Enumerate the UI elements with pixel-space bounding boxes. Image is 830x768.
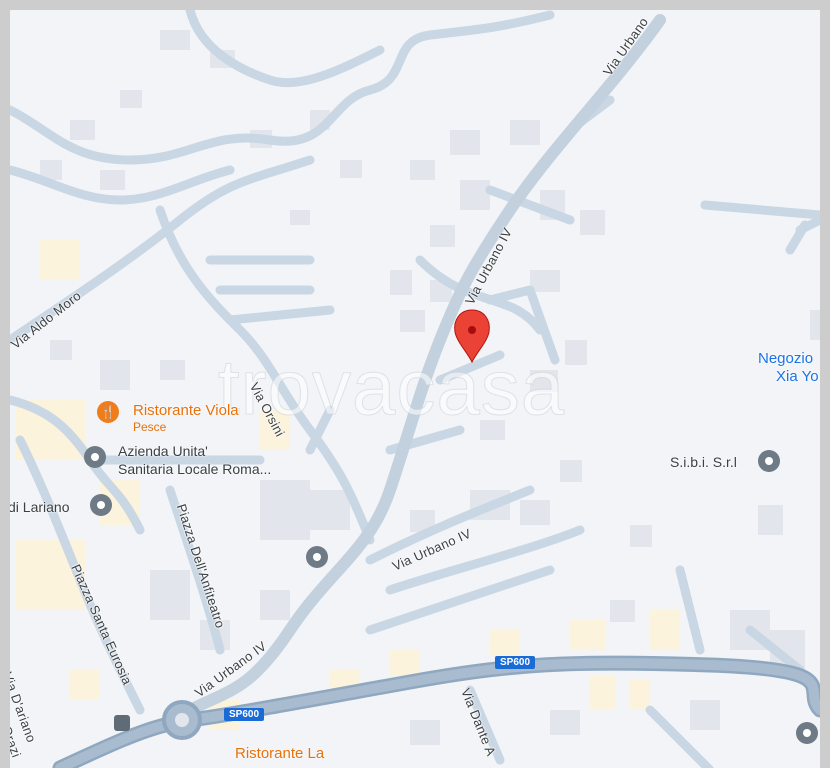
school-icon[interactable] (306, 546, 328, 568)
bus-stop-icon[interactable] (114, 715, 130, 731)
restaurant-viola-category: Pesce (133, 420, 167, 434)
place-pin-icon-bottom[interactable] (796, 722, 818, 744)
restaurant-icon[interactable]: 🍴 (97, 401, 119, 423)
place-pin-icon[interactable] (84, 446, 106, 468)
negozio-label-line2[interactable]: Xia Yo (776, 368, 819, 385)
road-shield-sp600-left: SP600 (224, 708, 265, 721)
sibi-label[interactable]: S.i.b.i. S.r.l (670, 454, 737, 470)
road-shield-sp600-right: SP600 (495, 656, 536, 669)
restaurant-viola-name[interactable]: Ristorante Viola (133, 402, 239, 419)
map-canvas[interactable]: trovacasa Via Aldo Moro Via Urbano Via U… (10, 10, 820, 768)
asl-label-line2[interactable]: Sanitaria Locale Roma... (118, 461, 271, 477)
place-pin-icon-sibi[interactable] (758, 450, 780, 472)
negozio-label-line1[interactable]: Negozio (758, 350, 813, 367)
asl-label-line1[interactable]: Azienda Unita' (118, 443, 208, 459)
map-frame: trovacasa Via Aldo Moro Via Urbano Via U… (0, 0, 830, 768)
restaurant-la-name[interactable]: Ristorante La (235, 745, 324, 762)
bank-icon[interactable] (90, 494, 112, 516)
lariano-label[interactable]: di Lariano (10, 499, 70, 515)
